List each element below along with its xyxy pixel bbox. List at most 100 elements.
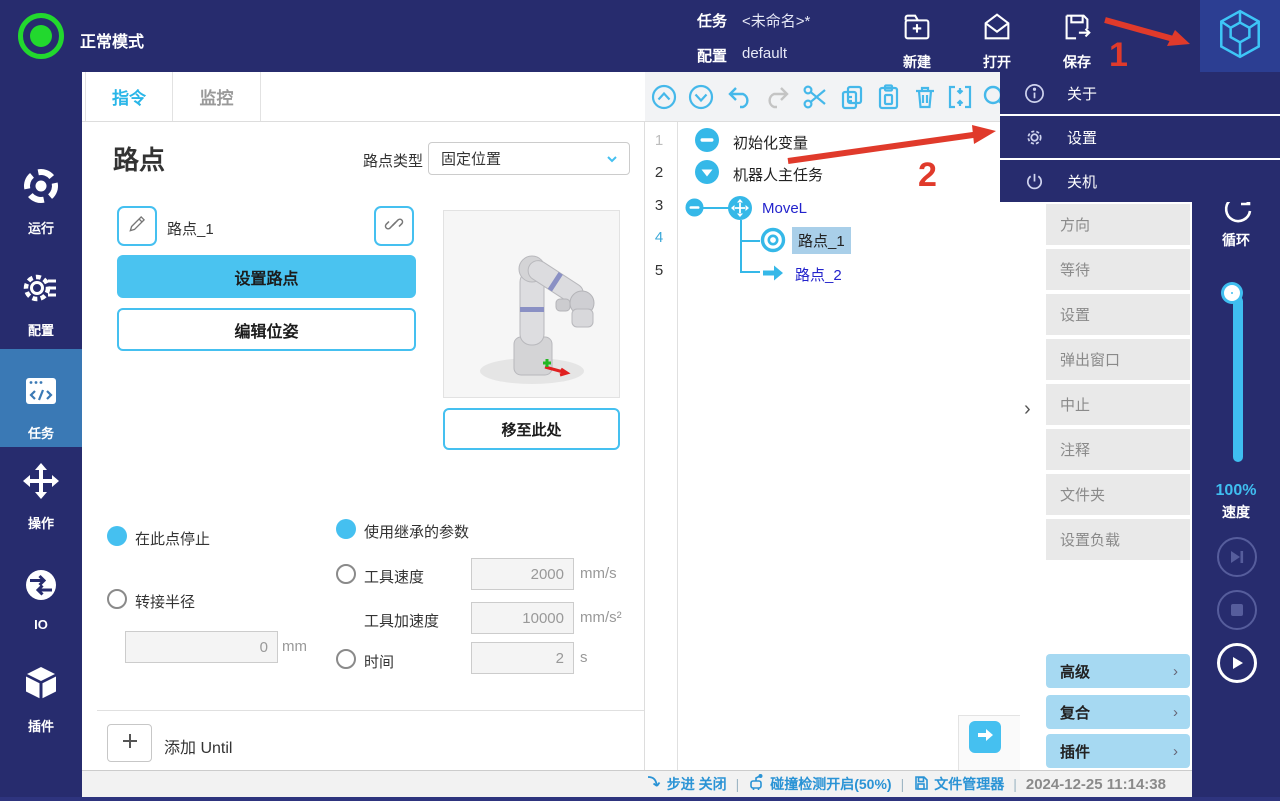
app-menu-button[interactable] [1200, 0, 1280, 72]
step-forward-button[interactable] [1217, 537, 1257, 577]
waypoint-target-icon[interactable] [760, 227, 786, 258]
insert-between-icon-button[interactable] [946, 83, 974, 111]
expand-all-button[interactable] [687, 83, 715, 111]
tree-row-main-task[interactable]: 机器人主任务 [733, 164, 823, 185]
inst-item-direction[interactable]: 方向 [1046, 204, 1190, 245]
triangle-down-circle-icon[interactable] [694, 159, 720, 190]
copy-icon-button[interactable] [838, 83, 866, 111]
undo-button[interactable] [726, 83, 754, 111]
sidebar-item-task[interactable]: 任务 [0, 349, 82, 447]
menu-item-label: 设置 [1067, 129, 1098, 147]
waypoint-type-select[interactable]: 固定位置 [428, 142, 630, 175]
status-divider: | [735, 776, 740, 792]
inst-item-abort[interactable]: 中止 [1046, 384, 1190, 425]
chevron-right-icon: › [1173, 662, 1178, 680]
file-manager-status[interactable]: 文件管理器 [913, 774, 1004, 794]
tool-speed-radio[interactable] [336, 564, 356, 584]
blend-radius-label: 转接半径 [135, 594, 196, 611]
category-composite-button[interactable]: 复合 › [1046, 695, 1190, 729]
stop-here-radio[interactable] [107, 526, 127, 546]
minus-circle-icon[interactable] [694, 127, 720, 158]
category-plugin-button[interactable]: 插件 › [1046, 734, 1190, 768]
move-here-button[interactable]: 移至此处 [443, 408, 620, 450]
save-icon [1060, 14, 1094, 48]
rename-waypoint-button[interactable] [117, 206, 157, 246]
inst-item-wait[interactable]: 等待 [1046, 249, 1190, 290]
blend-radius-radio[interactable] [107, 589, 127, 609]
gear-list-icon [21, 274, 61, 312]
sidebar-item-label: 操作 [27, 516, 54, 531]
tree-row-waypoint-1[interactable]: 路点_1 [792, 227, 851, 254]
top-bar: 正常模式 任务 <未命名>* 配置 default 新建 打开 保存 [0, 0, 1280, 72]
blend-radius-input[interactable] [125, 631, 278, 663]
inherit-params-radio[interactable] [336, 519, 356, 539]
tool-accel-input[interactable] [471, 602, 574, 634]
time-label: 时间 [364, 654, 395, 671]
inst-item-payload[interactable]: 设置负载 [1046, 519, 1190, 560]
tab-monitor[interactable]: 监控 [173, 72, 261, 121]
bottom-strip [0, 797, 1280, 801]
add-until-button[interactable] [107, 724, 152, 762]
sidebar-item-operate[interactable]: 操作 [0, 461, 82, 532]
tree-row-waypoint-2[interactable]: 路点_2 [795, 264, 842, 285]
step-mode-status[interactable]: 步进 关闭 [646, 774, 727, 794]
tree-toolbar [645, 72, 1020, 122]
speed-slider-track[interactable] [1233, 296, 1243, 462]
time-radio[interactable] [336, 649, 356, 669]
chevron-right-icon: › [1173, 742, 1178, 760]
sidebar-item-plugin[interactable]: 插件 [0, 664, 82, 735]
collapse-all-button[interactable] [650, 83, 678, 111]
new-task-button[interactable]: 新建 [885, 10, 949, 72]
sidebar-item-run[interactable]: 运行 [0, 166, 82, 237]
edit-pose-button[interactable]: 编辑位姿 [117, 308, 416, 351]
left-sidebar: 运行 配置 任务 操作 IO 插件 [0, 72, 82, 797]
redo-button[interactable] [763, 83, 791, 111]
tool-speed-unit: mm/s [580, 565, 617, 582]
set-waypoint-button[interactable]: 设置路点 [117, 255, 416, 298]
open-task-button[interactable]: 打开 [965, 10, 1029, 72]
speed-slider-thumb[interactable] [1224, 285, 1240, 301]
menu-item-label: 关机 [1067, 173, 1098, 191]
category-advanced-button[interactable]: 高级 › [1046, 654, 1190, 688]
inst-item-folder[interactable]: 文件夹 [1046, 474, 1190, 515]
collision-detect-status[interactable]: 碰撞检测开启(50%) [748, 773, 892, 794]
link-waypoint-button[interactable] [374, 206, 414, 246]
task-name-value: <未命名>* [742, 13, 811, 30]
jump-to-current-button[interactable] [969, 721, 1001, 753]
tab-command[interactable]: 指令 [85, 72, 173, 121]
new-task-label: 新建 [903, 54, 931, 70]
tree-row-init-vars[interactable]: 初始化变量 [733, 132, 808, 153]
sidebar-item-config[interactable]: 配置 [0, 268, 82, 339]
pencil-icon [127, 214, 147, 239]
panel-tab-bar: 指令 监控 [82, 72, 645, 122]
collapse-node-icon[interactable] [685, 198, 704, 222]
panel-collapse-chevron[interactable]: › [1024, 398, 1031, 421]
play-button[interactable] [1217, 643, 1257, 683]
inst-item-popup[interactable]: 弹出窗口 [1046, 339, 1190, 380]
move-arrows-icon [21, 463, 61, 505]
arrow-right-node-icon[interactable] [760, 260, 786, 291]
tree-row-movel[interactable]: MoveL [762, 200, 807, 217]
sidebar-item-label: IO [34, 617, 48, 632]
sidebar-item-io[interactable]: IO [0, 565, 82, 632]
inst-item-comment[interactable]: 注释 [1046, 429, 1190, 470]
tool-speed-input[interactable] [471, 558, 574, 590]
status-divider: | [900, 776, 905, 792]
time-input[interactable] [471, 642, 574, 674]
delete-icon-button[interactable] [911, 83, 939, 111]
cut-icon-button[interactable] [801, 83, 829, 111]
link-icon [384, 214, 404, 239]
status-bar: 步进 关闭 | 碰撞检测开启(50%) | 文件管理器 | 2024-12-25… [82, 770, 1192, 797]
system-dropdown-menu: 关于 设置 关机 [1000, 72, 1280, 202]
menu-item-settings[interactable]: 设置 [1000, 116, 1280, 158]
stop-button[interactable] [1217, 590, 1257, 630]
save-task-label: 保存 [1063, 54, 1091, 70]
paste-icon-button[interactable] [875, 83, 903, 111]
menu-item-about[interactable]: 关于 [1000, 72, 1280, 114]
sidebar-item-label: 运行 [27, 221, 54, 236]
save-task-button[interactable]: 保存 [1045, 10, 1109, 72]
inst-item-set[interactable]: 设置 [1046, 294, 1190, 335]
info-icon [1024, 83, 1045, 104]
move-node-icon[interactable] [727, 195, 753, 226]
menu-item-shutdown[interactable]: 关机 [1000, 160, 1280, 202]
